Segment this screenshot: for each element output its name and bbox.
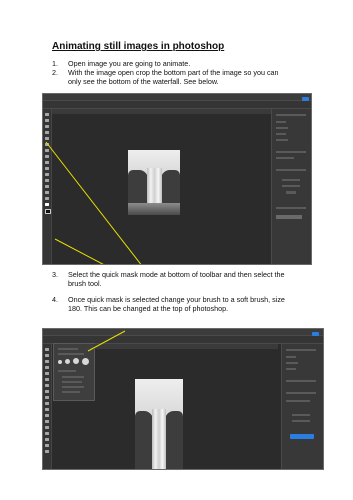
arrow-to-brush [54,238,104,264]
document-title: Animating still images in photoshop [52,41,225,52]
step-3-line-1: Select the quick mask mode at bottom of … [68,270,285,279]
annotation-arrows [45,141,142,264]
step-2-line-2: only see the bottom of the waterfall. Se… [68,77,219,87]
step-4-number: 4. [52,295,58,304]
annotation-arrows [87,330,126,352]
step-1-line-1: Open image you are going to animate. [68,59,191,68]
step-2: 2. With the image open crop the bottom p… [52,68,342,88]
step-3-number: 3. [52,270,58,279]
step-4-line-2: 180. This can be changed at the top of p… [68,304,229,314]
photoshop-brush-screenshot [42,328,324,470]
arrow-to-quick-mask [45,141,142,264]
step-3-line-2: brush tool. [68,279,102,289]
step-1-number: 1. [52,59,58,68]
step-2-number: 2. [52,68,58,77]
step-4: 4. Once quick mask is selected change yo… [52,295,342,315]
photoshop-crop-screenshot [42,93,312,265]
step-3: 3. Select the quick mask mode at bottom … [52,270,342,290]
step-4-line-1: Once quick mask is selected change your … [68,295,285,304]
arrow-to-brush-size [87,330,126,352]
step-2-line-1: With the image open crop the bottom part… [68,68,279,77]
